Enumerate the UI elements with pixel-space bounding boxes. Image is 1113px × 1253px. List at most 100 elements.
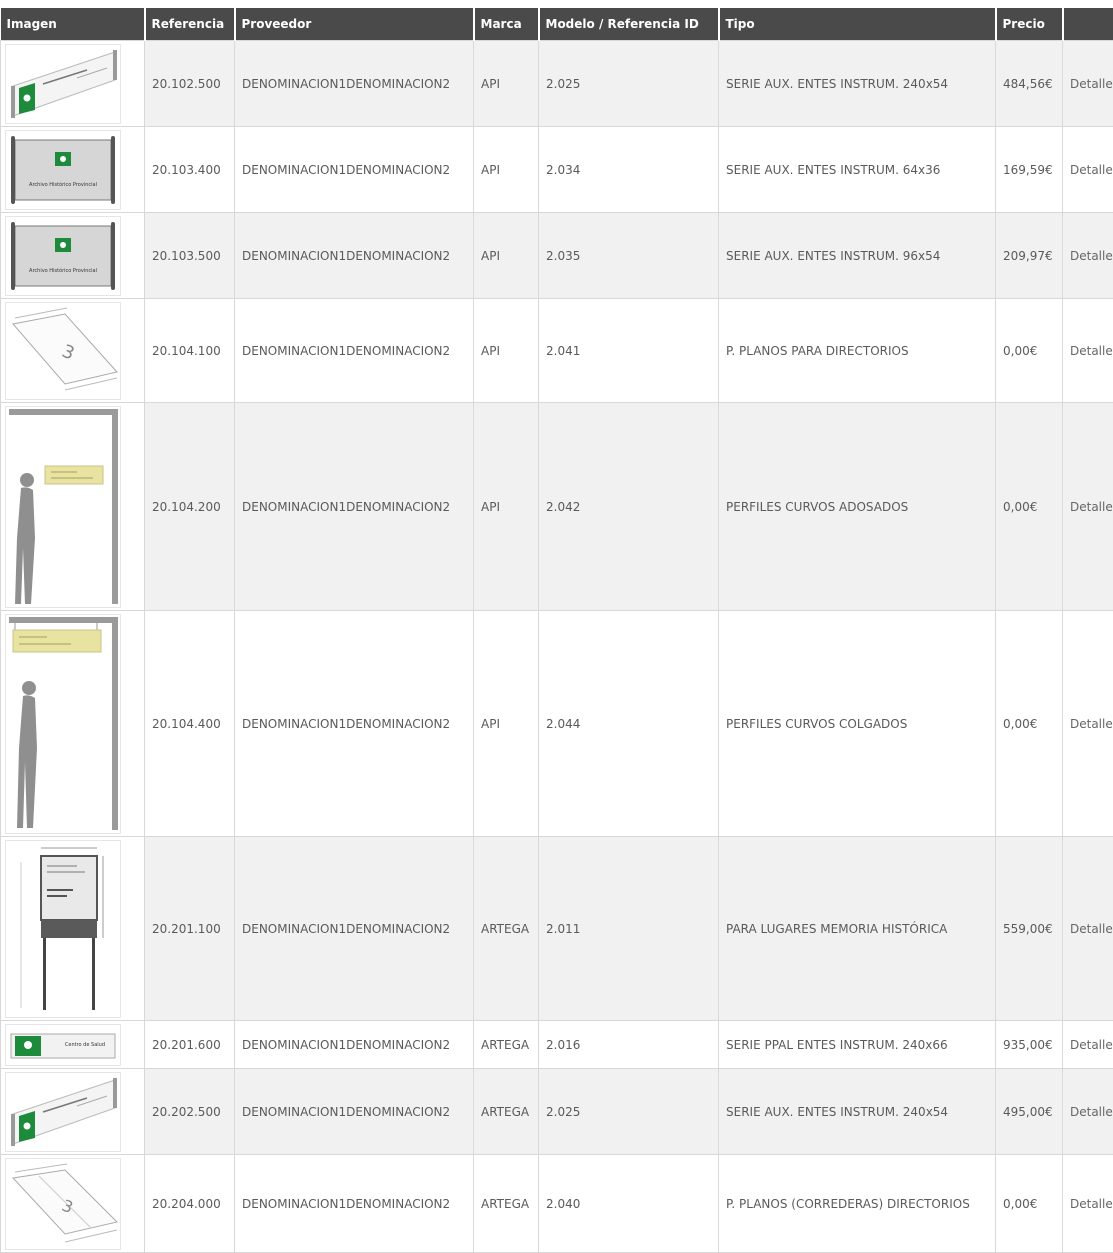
model-cell: 2.011: [539, 837, 719, 1021]
sign-text: Archivo Histórico Provincial: [29, 267, 97, 274]
model-cell: 2.034: [539, 127, 719, 213]
detail-link[interactable]: Detalle: [1070, 922, 1113, 936]
angled-sign-icon[interactable]: [5, 44, 121, 124]
image-cell: [1, 1069, 145, 1155]
framed-panel-sign-icon[interactable]: Archivo Histórico Provincial: [5, 130, 121, 210]
column-header-brand[interactable]: Marca: [474, 4, 539, 41]
supplier-cell: DENOMINACION1DENOMINACION2: [235, 1155, 474, 1253]
table-row: 3 20.104.100 DENOMINACION1DENOMINACION2 …: [1, 299, 1113, 403]
type-cell: SERIE AUX. ENTES INSTRUM. 64x36: [719, 127, 996, 213]
type-cell: PARA LUGARES MEMORIA HISTÓRICA: [719, 837, 996, 1021]
detail-link[interactable]: Detalle: [1070, 1038, 1113, 1052]
sign-text: Archivo Histórico Provincial: [29, 181, 97, 188]
reference-cell: 20.103.400: [145, 127, 235, 213]
table-row: 3 20.204.000 DENOMINACION1DENOMINACION2 …: [1, 1155, 1113, 1253]
price-cell: 495,00€: [996, 1069, 1063, 1155]
detail-cell: Detalle: [1063, 837, 1113, 1021]
detail-cell: Detalle: [1063, 1021, 1113, 1069]
reference-cell: 20.103.500: [145, 213, 235, 299]
column-header-image[interactable]: Imagen: [1, 4, 145, 41]
brand-cell: API: [474, 611, 539, 837]
column-header-actions: [1063, 4, 1113, 41]
column-header-reference[interactable]: Referencia: [145, 4, 235, 41]
detail-link[interactable]: Detalle: [1070, 344, 1113, 358]
directory-plane-icon[interactable]: 3: [5, 302, 121, 400]
model-cell: 2.042: [539, 403, 719, 611]
type-cell: P. PLANOS PARA DIRECTORIOS: [719, 299, 996, 403]
flat-main-sign-icon[interactable]: Centro de Salud: [5, 1024, 121, 1066]
image-cell: 3: [1, 299, 145, 403]
brand-cell: API: [474, 41, 539, 127]
model-cell: 2.040: [539, 1155, 719, 1253]
reference-cell: 20.204.000: [145, 1155, 235, 1253]
image-cell: Centro de Salud: [1, 1021, 145, 1069]
model-cell: 2.041: [539, 299, 719, 403]
model-cell: 2.044: [539, 611, 719, 837]
column-header-price[interactable]: Precio: [996, 4, 1063, 41]
sign-text: Centro de Salud: [65, 1042, 105, 1048]
detail-link[interactable]: Detalle: [1070, 1197, 1113, 1211]
detail-link[interactable]: Detalle: [1070, 77, 1113, 91]
detail-cell: Detalle: [1063, 127, 1113, 213]
price-cell: 935,00€: [996, 1021, 1063, 1069]
supplier-cell: DENOMINACION1DENOMINACION2: [235, 1069, 474, 1155]
image-cell: [1, 403, 145, 611]
brand-cell: ARTEGA: [474, 1021, 539, 1069]
model-cell: 2.035: [539, 213, 719, 299]
detail-link[interactable]: Detalle: [1070, 249, 1113, 263]
price-cell: 0,00€: [996, 403, 1063, 611]
reference-cell: 20.104.100: [145, 299, 235, 403]
memory-post-sign-icon[interactable]: [5, 840, 121, 1018]
supplier-cell: DENOMINACION1DENOMINACION2: [235, 403, 474, 611]
reference-cell: 20.202.500: [145, 1069, 235, 1155]
brand-cell: API: [474, 299, 539, 403]
price-cell: 484,56€: [996, 41, 1063, 127]
detail-cell: Detalle: [1063, 213, 1113, 299]
type-cell: PERFILES CURVOS ADOSADOS: [719, 403, 996, 611]
framed-panel-sign-icon[interactable]: Archivo Histórico Provincial: [5, 216, 121, 296]
reference-cell: 20.104.200: [145, 403, 235, 611]
column-header-model[interactable]: Modelo / Referencia ID: [539, 4, 719, 41]
supplier-cell: DENOMINACION1DENOMINACION2: [235, 1021, 474, 1069]
sliding-directory-icon[interactable]: 3: [5, 1158, 121, 1250]
wall-mounted-profile-icon[interactable]: [5, 406, 121, 608]
price-cell: 0,00€: [996, 299, 1063, 403]
model-cell: 2.016: [539, 1021, 719, 1069]
detail-cell: Detalle: [1063, 41, 1113, 127]
price-cell: 0,00€: [996, 611, 1063, 837]
hanging-profile-icon[interactable]: [5, 614, 121, 834]
brand-cell: ARTEGA: [474, 1069, 539, 1155]
column-header-type[interactable]: Tipo: [719, 4, 996, 41]
price-cell: 0,00€: [996, 1155, 1063, 1253]
image-cell: Archivo Histórico Provincial: [1, 213, 145, 299]
table-row: Centro de Salud 20.201.600 DENOMINACION1…: [1, 1021, 1113, 1069]
type-cell: PERFILES CURVOS COLGADOS: [719, 611, 996, 837]
supplier-cell: DENOMINACION1DENOMINACION2: [235, 299, 474, 403]
supplier-cell: DENOMINACION1DENOMINACION2: [235, 213, 474, 299]
detail-link[interactable]: Detalle: [1070, 500, 1113, 514]
detail-cell: Detalle: [1063, 299, 1113, 403]
table-row: 20.102.500 DENOMINACION1DENOMINACION2 AP…: [1, 41, 1113, 127]
price-cell: 559,00€: [996, 837, 1063, 1021]
image-cell: [1, 611, 145, 837]
type-cell: SERIE AUX. ENTES INSTRUM. 96x54: [719, 213, 996, 299]
detail-link[interactable]: Detalle: [1070, 717, 1113, 731]
supplier-cell: DENOMINACION1DENOMINACION2: [235, 837, 474, 1021]
supplier-cell: DENOMINACION1DENOMINACION2: [235, 41, 474, 127]
detail-link[interactable]: Detalle: [1070, 1105, 1113, 1119]
column-header-supplier[interactable]: Proveedor: [235, 4, 474, 41]
product-table: Imagen Referencia Proveedor Marca Modelo…: [0, 0, 1113, 1253]
model-cell: 2.025: [539, 41, 719, 127]
table-row: Archivo Histórico Provincial 20.103.500 …: [1, 213, 1113, 299]
reference-cell: 20.102.500: [145, 41, 235, 127]
reference-cell: 20.104.400: [145, 611, 235, 837]
brand-cell: API: [474, 213, 539, 299]
brand-cell: ARTEGA: [474, 837, 539, 1021]
type-cell: SERIE AUX. ENTES INSTRUM. 240x54: [719, 1069, 996, 1155]
angled-sign-icon[interactable]: [5, 1072, 121, 1152]
brand-cell: API: [474, 403, 539, 611]
price-cell: 169,59€: [996, 127, 1063, 213]
image-cell: [1, 41, 145, 127]
model-cell: 2.025: [539, 1069, 719, 1155]
detail-link[interactable]: Detalle: [1070, 163, 1113, 177]
